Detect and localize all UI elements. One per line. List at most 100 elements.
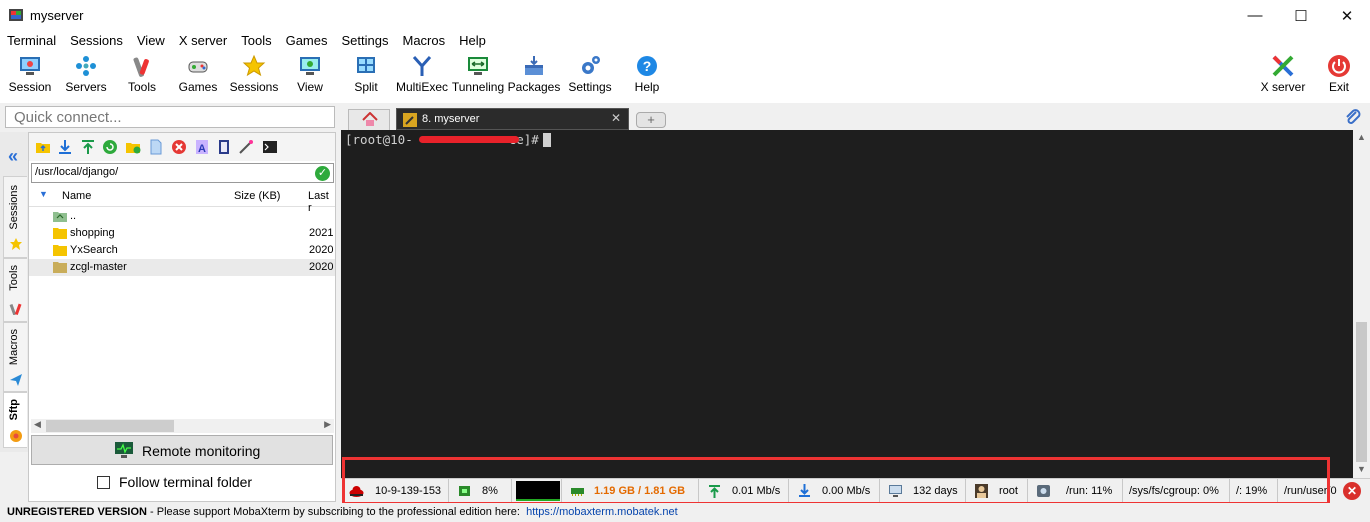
- menu-macros[interactable]: Macros: [395, 31, 452, 51]
- menu-games[interactable]: Games: [279, 31, 335, 51]
- servers-button[interactable]: Servers: [56, 53, 116, 101]
- settings-button[interactable]: Settings: [560, 53, 620, 101]
- new-folder-icon[interactable]: [125, 139, 141, 155]
- tab-sessions[interactable]: Sessions: [3, 176, 27, 258]
- column-name[interactable]: Name: [62, 190, 91, 202]
- download-icon[interactable]: [57, 139, 73, 155]
- terminal-scrollbar[interactable]: ▲ ▼: [1353, 130, 1370, 478]
- close-tab-icon[interactable]: ✕: [611, 111, 621, 125]
- rename-icon[interactable]: A: [194, 139, 210, 155]
- menu-settings[interactable]: Settings: [335, 31, 396, 51]
- view-label: View: [297, 80, 323, 94]
- sftp-toolbar: A: [29, 133, 335, 161]
- view-button[interactable]: View: [280, 53, 340, 101]
- remote-monitoring-button[interactable]: Remote monitoring: [31, 435, 333, 465]
- redaction-mark: [419, 136, 519, 143]
- follow-terminal-checkbox[interactable]: [97, 476, 110, 489]
- tools-button[interactable]: Tools: [112, 53, 172, 101]
- file-date: 2021: [309, 227, 334, 239]
- xserver-button[interactable]: X server: [1253, 53, 1313, 101]
- file-row-yxsearch[interactable]: YxSearch 2020: [29, 242, 335, 259]
- terminal-view[interactable]: [root@10- ce]#: [341, 130, 1353, 478]
- scroll-up-icon[interactable]: ▲: [1357, 132, 1366, 142]
- terminal-icon[interactable]: [262, 139, 278, 155]
- collapse-chevron-icon[interactable]: «: [8, 146, 18, 167]
- status-user: root: [966, 479, 1028, 503]
- status-disk-user: /run/user/0: [1278, 479, 1340, 503]
- column-size[interactable]: Size (KB): [234, 190, 280, 202]
- packages-icon: [525, 56, 543, 75]
- tunneling-button[interactable]: Tunneling: [448, 53, 508, 101]
- side-tab-strip: « Sessions Tools Macros Sftp: [0, 132, 28, 452]
- home-icon: [362, 112, 378, 126]
- packages-button[interactable]: Packages: [504, 53, 564, 101]
- file-row-parent[interactable]: ..: [29, 208, 335, 225]
- menu-sessions[interactable]: Sessions: [63, 31, 130, 51]
- scrollbar-thumb[interactable]: [46, 420, 174, 432]
- file-row-zcgl-master[interactable]: zcgl-master 2020: [29, 259, 335, 276]
- delete-icon[interactable]: [171, 139, 187, 155]
- scrollbar-thumb[interactable]: [1356, 322, 1367, 462]
- scroll-down-icon[interactable]: ▼: [1357, 464, 1366, 474]
- tab-myserver[interactable]: 8. myserver ✕: [396, 108, 629, 130]
- maximize-button[interactable]: ☐: [1278, 0, 1324, 31]
- parent-folder-icon[interactable]: [35, 139, 51, 155]
- permissions-icon[interactable]: [216, 139, 232, 155]
- svg-text:?: ?: [643, 58, 652, 74]
- gear-icon: [582, 56, 600, 74]
- mobatek-link[interactable]: https://mobaxterm.mobatek.net: [526, 506, 678, 518]
- exit-button[interactable]: Exit: [1309, 53, 1369, 101]
- close-button[interactable]: ✕: [1324, 0, 1370, 31]
- file-list-header: ▼ Name Size (KB) Last r: [29, 185, 335, 214]
- disk-user-value: /run/user/0: [1284, 485, 1337, 497]
- help-icon: ?: [637, 56, 657, 76]
- sftp-path-input[interactable]: /usr/local/django/ ✓: [31, 163, 334, 183]
- cpu-icon: [459, 486, 470, 496]
- magic-wand-icon[interactable]: [238, 139, 254, 155]
- home-tab[interactable]: [348, 109, 390, 130]
- redhat-icon: [349, 486, 364, 497]
- tab-macros[interactable]: Macros: [3, 322, 27, 392]
- window-title: myserver: [30, 8, 84, 23]
- file-row-shopping[interactable]: shopping 2021: [29, 225, 335, 242]
- xserver-label: X server: [1260, 80, 1306, 94]
- folder-icon: [53, 228, 67, 239]
- scroll-left-icon[interactable]: ◀: [34, 419, 41, 430]
- minimize-button[interactable]: —: [1232, 0, 1278, 31]
- upload-icon[interactable]: [80, 139, 96, 155]
- paperclip-icon[interactable]: [1344, 108, 1362, 128]
- disk-cgroup-value: /sys/fs/cgroup: 0%: [1129, 485, 1219, 497]
- file-date: 2020: [309, 261, 334, 273]
- folder-icon: [53, 245, 67, 256]
- host-value: 10-9-139-153: [375, 485, 442, 497]
- sessions-button[interactable]: Sessions: [224, 53, 284, 101]
- refresh-icon[interactable]: [102, 139, 118, 155]
- menu-xserver[interactable]: X server: [172, 31, 234, 51]
- games-button[interactable]: Games: [168, 53, 228, 101]
- session-button[interactable]: Session: [0, 53, 60, 101]
- menu-terminal[interactable]: Terminal: [0, 31, 63, 51]
- path-go-checkmark-icon[interactable]: ✓: [315, 166, 330, 181]
- file-date: 2020: [309, 244, 334, 256]
- menu-tools[interactable]: Tools: [234, 31, 278, 51]
- scroll-right-icon[interactable]: ▶: [324, 419, 331, 430]
- tab-sftp[interactable]: Sftp: [3, 392, 27, 448]
- tab-tools[interactable]: Tools: [3, 258, 27, 322]
- new-tab-button[interactable]: +: [636, 112, 666, 128]
- multiexec-button[interactable]: MultiExec: [392, 53, 452, 101]
- menu-view[interactable]: View: [130, 31, 172, 51]
- gamepad-icon: [188, 61, 208, 73]
- ssh-session-icon: [403, 113, 417, 127]
- view-icon: [300, 57, 320, 75]
- session-tab-bar: 8. myserver ✕ +: [340, 108, 1370, 130]
- horizontal-scrollbar[interactable]: ◀ ▶: [31, 419, 334, 433]
- new-file-icon[interactable]: [148, 139, 164, 155]
- quick-connect-input[interactable]: Quick connect...: [5, 106, 335, 128]
- close-monitoring-icon[interactable]: ✕: [1343, 482, 1361, 500]
- split-button[interactable]: Split: [336, 53, 396, 101]
- help-button[interactable]: ? Help: [617, 53, 677, 101]
- sort-arrow-icon: ▼: [39, 189, 48, 199]
- cpu-graph: [516, 481, 560, 501]
- status-upload: 0.01 Mb/s: [699, 479, 789, 503]
- menu-help[interactable]: Help: [452, 31, 493, 51]
